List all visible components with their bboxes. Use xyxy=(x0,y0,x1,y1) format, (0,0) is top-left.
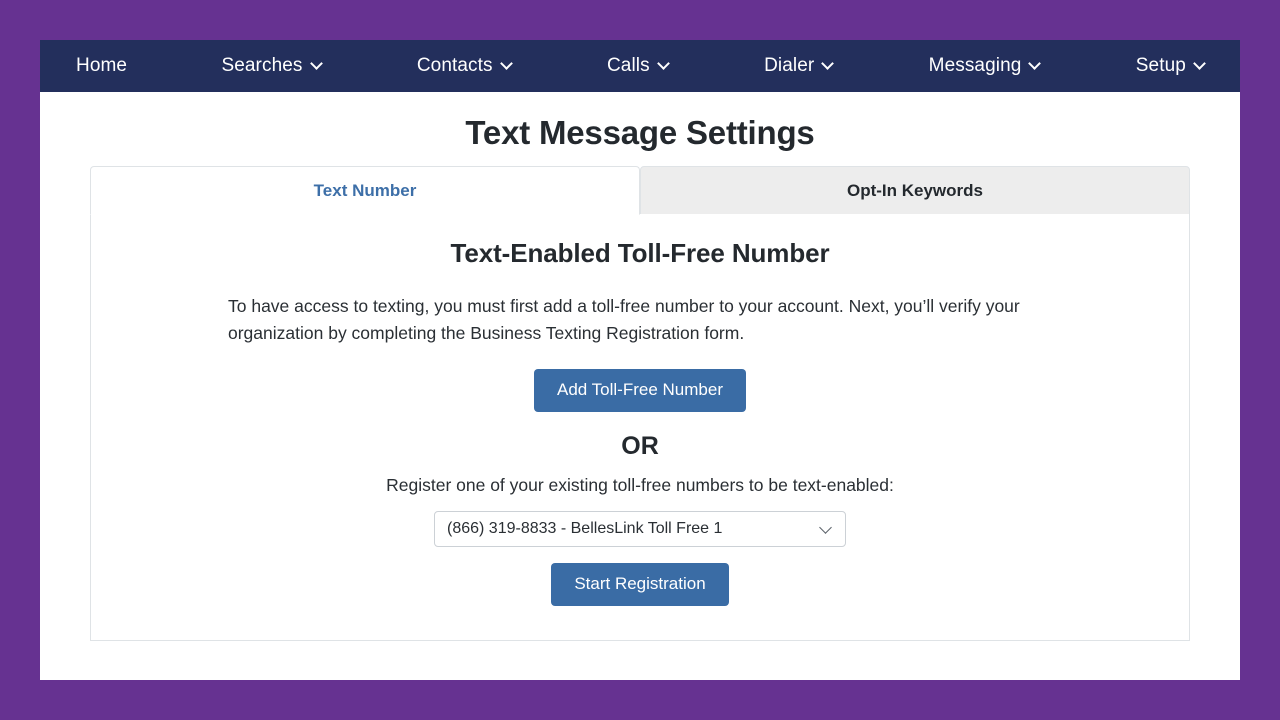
screen-frame: Home Searches Contacts Calls Dialer Mess… xyxy=(0,0,1280,720)
nav-item-calls[interactable]: Calls xyxy=(607,55,670,77)
chevron-down-icon xyxy=(659,59,670,70)
tab-bar: Text Number Opt-In Keywords xyxy=(90,166,1190,215)
chevron-down-icon xyxy=(1195,59,1206,70)
tab-text-number[interactable]: Text Number xyxy=(90,166,640,215)
nav-label-messaging: Messaging xyxy=(928,55,1022,76)
nav-item-messaging[interactable]: Messaging xyxy=(929,55,1042,77)
tab-label-opt-in-keywords: Opt-In Keywords xyxy=(846,180,983,200)
nav-label-home: Home xyxy=(76,55,128,76)
or-divider-label: OR xyxy=(621,431,659,460)
tab-opt-in-keywords[interactable]: Opt-In Keywords xyxy=(640,166,1190,215)
register-instruction: Register one of your existing toll-free … xyxy=(386,474,894,495)
section-heading: Text-Enabled Toll-Free Number xyxy=(450,238,830,268)
nav-label-dialer: Dialer xyxy=(764,55,815,76)
chevron-down-icon xyxy=(312,59,323,70)
settings-card: Text Number Opt-In Keywords Text-Enabled… xyxy=(90,166,1190,641)
page-title: Text Message Settings xyxy=(465,114,815,151)
chevron-down-icon xyxy=(823,59,834,70)
toll-free-number-selected-value: (866) 319-8833 - BellesLink Toll Free 1 xyxy=(447,519,723,537)
number-select-row: (866) 319-8833 - BellesLink Toll Free 1 xyxy=(131,510,1149,547)
start-registration-button[interactable]: Start Registration xyxy=(551,562,729,606)
tab-label-text-number: Text Number xyxy=(313,180,417,200)
nav-label-contacts: Contacts xyxy=(416,55,493,76)
start-registration-row: Start Registration xyxy=(131,562,1149,606)
nav-label-calls: Calls xyxy=(606,55,650,76)
nav-item-home[interactable]: Home xyxy=(76,55,127,77)
main-navigation: Home Searches Contacts Calls Dialer Mess… xyxy=(40,40,1240,92)
intro-paragraph: To have access to texting, you must firs… xyxy=(228,296,1020,344)
nav-item-contacts[interactable]: Contacts xyxy=(417,55,513,77)
nav-label-searches: Searches xyxy=(221,55,303,76)
nav-item-searches[interactable]: Searches xyxy=(221,55,322,77)
app-page: Home Searches Contacts Calls Dialer Mess… xyxy=(40,40,1240,680)
nav-item-dialer[interactable]: Dialer xyxy=(764,55,834,77)
nav-label-setup: Setup xyxy=(1135,55,1186,76)
tab-panel-text-number: Text-Enabled Toll-Free Number To have ac… xyxy=(90,214,1190,641)
chevron-down-icon xyxy=(1030,59,1041,70)
add-number-row: Add Toll-Free Number xyxy=(131,369,1149,412)
nav-item-setup[interactable]: Setup xyxy=(1136,55,1206,77)
toll-free-number-select[interactable]: (866) 319-8833 - BellesLink Toll Free 1 xyxy=(434,510,846,547)
add-toll-free-number-button[interactable]: Add Toll-Free Number xyxy=(534,369,746,412)
chevron-down-icon xyxy=(821,523,833,535)
chevron-down-icon xyxy=(502,59,513,70)
